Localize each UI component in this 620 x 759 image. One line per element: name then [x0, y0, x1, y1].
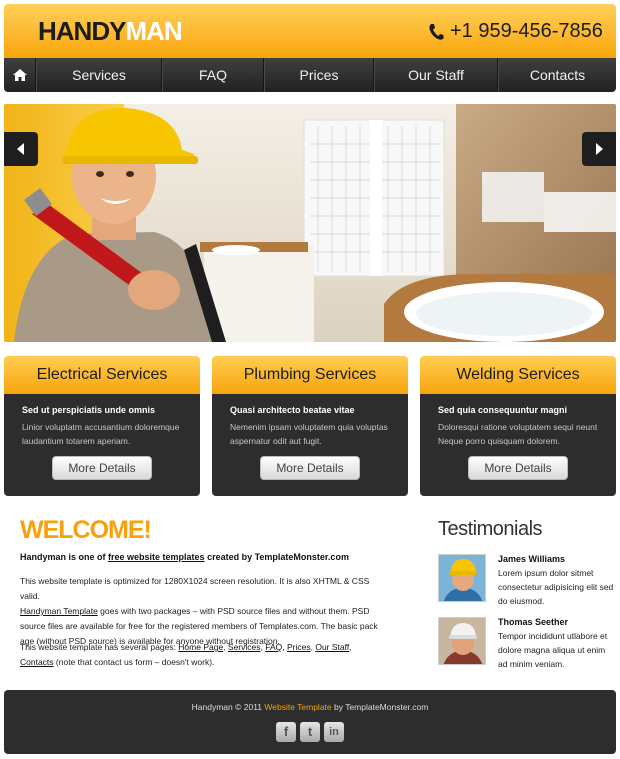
link-home-page[interactable]: Home Page — [178, 642, 223, 652]
social-links: f t in — [276, 722, 344, 742]
arrow-left-icon — [17, 143, 24, 155]
testimonial-avatar — [438, 617, 486, 665]
testimonial-text: Lorem ipsum dolor sitmet consectetur adi… — [498, 568, 614, 606]
hero-slider — [4, 104, 616, 342]
footer-text: by TemplateMonster.com — [331, 702, 429, 712]
service-text: Nemenim ipsam voluptatem quia voluptas a… — [230, 422, 388, 446]
more-details-button[interactable]: More Details — [260, 456, 360, 480]
nav-label: Contacts — [529, 67, 586, 83]
home-icon — [12, 69, 27, 81]
more-details-button[interactable]: More Details — [468, 456, 568, 480]
service-subtitle: Sed quia consequuntur magni — [438, 405, 568, 415]
nav-item-faq[interactable]: FAQ — [162, 58, 264, 92]
nav-home[interactable] — [4, 58, 36, 92]
service-title: Welding Services — [420, 356, 616, 394]
free-templates-link[interactable]: free website templates — [108, 552, 205, 562]
testimonials-title: Testimonials — [438, 518, 543, 540]
logo-part-man: MAN — [125, 16, 182, 46]
phone-text: +1 959-456-7856 — [450, 20, 603, 42]
arrow-right-icon — [596, 143, 603, 155]
main-nav: Services FAQ Prices Our Staff Contacts — [4, 58, 616, 92]
nav-label: Prices — [299, 67, 339, 83]
site-logo[interactable]: HANDYMAN — [38, 16, 183, 47]
nav-item-contacts[interactable]: Contacts — [498, 58, 616, 92]
twitter-icon[interactable]: t — [300, 722, 320, 742]
link-our-staff[interactable]: Our Staff — [315, 642, 349, 652]
slider-prev-button[interactable] — [4, 132, 38, 166]
service-title: Electrical Services — [4, 356, 200, 394]
handyman-template-link[interactable]: Handyman Template — [20, 606, 98, 616]
phone-number: +1 959-456-7856 — [428, 20, 603, 43]
testimonial-item: Thomas Seether Tempor incididunt utlabor… — [438, 617, 616, 673]
service-subtitle: Quasi architecto beatae vitae — [230, 405, 355, 415]
logo-part-handy: HANDY — [38, 16, 126, 46]
link-prices[interactable]: Prices — [287, 642, 311, 652]
para-text: This website template is optimized for 1… — [20, 576, 370, 601]
nav-label: Our Staff — [408, 67, 464, 83]
welcome-lead: Handyman is one of free website template… — [20, 552, 420, 562]
welcome-paragraph-2: This website template has several pages:… — [20, 642, 352, 667]
link-faq[interactable]: FAQ — [265, 642, 282, 652]
nav-label: Services — [72, 67, 126, 83]
hero-image — [4, 104, 616, 342]
lead-text: created by TemplateMonster.com — [204, 552, 349, 562]
footer-text: Handyman © 2011 — [191, 702, 265, 712]
testimonial-name: James Williams — [498, 554, 565, 564]
website-template-link[interactable]: Website Template — [264, 702, 331, 712]
nav-item-prices[interactable]: Prices — [264, 58, 374, 92]
site-header: HANDYMAN +1 959-456-7856 — [4, 4, 616, 58]
welcome-paragraph-1: This website template is optimized for 1… — [20, 574, 380, 649]
link-services[interactable]: Services — [228, 642, 261, 652]
linkedin-icon[interactable]: in — [324, 722, 344, 742]
nav-label: FAQ — [198, 67, 227, 83]
service-text: Doloresqui ratione voluptatem sequi neun… — [438, 422, 598, 446]
link-contacts[interactable]: Contacts — [20, 657, 54, 667]
nav-item-services[interactable]: Services — [36, 58, 162, 92]
phone-icon — [429, 23, 444, 40]
service-plumbing: Plumbing Services Quasi architecto beata… — [212, 356, 408, 496]
slider-next-button[interactable] — [582, 132, 616, 166]
para-text: (note that contact us form – doesn't wor… — [53, 657, 215, 667]
footer-copyright: Handyman © 2011 Website Template by Temp… — [4, 702, 616, 712]
nav-item-our-staff[interactable]: Our Staff — [374, 58, 498, 92]
testimonial-avatar — [438, 554, 486, 602]
service-title: Plumbing Services — [212, 356, 408, 394]
testimonial-name: Thomas Seether — [498, 617, 569, 627]
service-welding: Welding Services Sed quia consequuntur m… — [420, 356, 616, 496]
lead-text: Handyman is one of — [20, 552, 109, 562]
service-body: Sed quia consequuntur magni Doloresqui r… — [420, 394, 616, 496]
service-subtitle: Sed ut perspiciatis unde omnis — [22, 405, 156, 415]
para-text: This website template has several pages: — [20, 642, 179, 652]
service-text: Linior voluptatm accusantium doloremque … — [22, 422, 180, 446]
testimonial-text: Tempor incididunt utlabore et dolore mag… — [498, 631, 608, 669]
facebook-icon[interactable]: f — [276, 722, 296, 742]
service-body: Quasi architecto beatae vitae Nemenim ip… — [212, 394, 408, 496]
service-body: Sed ut perspiciatis unde omnis Linior vo… — [4, 394, 200, 496]
welcome-title: WELCOME! — [20, 516, 152, 544]
site-footer: Handyman © 2011 Website Template by Temp… — [4, 690, 616, 754]
more-details-button[interactable]: More Details — [52, 456, 152, 480]
service-electrical: Electrical Services Sed ut perspiciatis … — [4, 356, 200, 496]
testimonial-item: James Williams Lorem ipsum dolor sitmet … — [438, 554, 616, 610]
